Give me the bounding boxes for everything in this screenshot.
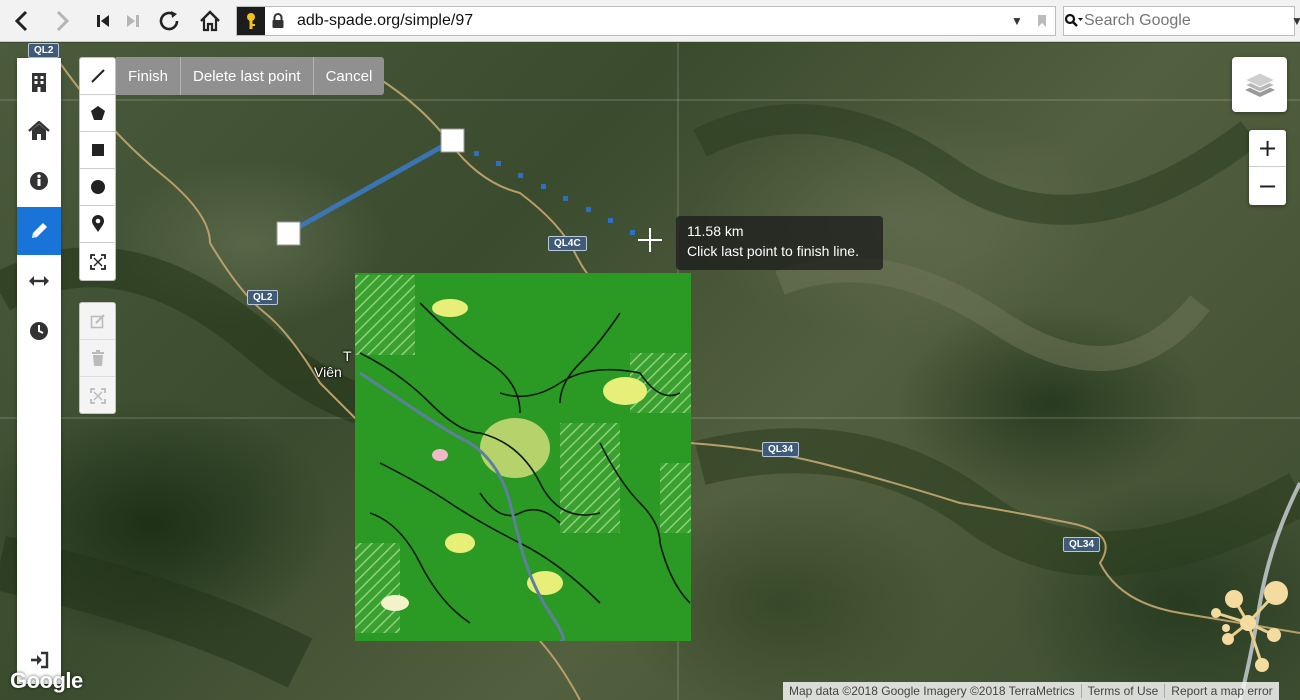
- fit-icon: [89, 387, 106, 404]
- bookmark-icon[interactable]: [1029, 14, 1055, 28]
- terms-link[interactable]: Terms of Use: [1080, 684, 1165, 698]
- key-icon[interactable]: [237, 7, 265, 35]
- pencil-icon: [32, 223, 47, 238]
- map-attribution: Map data ©2018 Google Imagery ©2018 Terr…: [783, 682, 1279, 700]
- info-icon: [30, 172, 48, 190]
- sidebar: [17, 58, 61, 684]
- sidebar-item-info[interactable]: [17, 157, 61, 205]
- google-logo: Google: [10, 668, 83, 693]
- layers-button[interactable]: [1232, 57, 1287, 112]
- chevron-left-icon: [14, 10, 28, 32]
- lock-icon: [265, 7, 291, 35]
- fast-forward-button[interactable]: [118, 6, 148, 36]
- browser-toolbar: adb-spade.org/simple/97 ▼ ▼: [0, 0, 1300, 42]
- draw-circle-marker-button[interactable]: [80, 243, 115, 280]
- edit-toolbar: [79, 302, 116, 414]
- sidebar-item-history[interactable]: [17, 307, 61, 355]
- sidebar-item-home[interactable]: [17, 107, 61, 155]
- crosshair-cursor: [638, 228, 662, 252]
- rewind-button[interactable]: [88, 6, 118, 36]
- circle-icon: [90, 180, 105, 194]
- zoom-control: + −: [1249, 130, 1286, 205]
- zoom-out-button[interactable]: −: [1249, 167, 1286, 204]
- measure-hint: Click last point to finish line.: [687, 243, 859, 259]
- clock-icon: [30, 322, 48, 340]
- fit-bounds-button[interactable]: [80, 377, 115, 414]
- back-button[interactable]: [6, 6, 36, 36]
- road-label-ql34: QL34: [762, 442, 800, 457]
- map-canvas[interactable]: QL2 QL2 QL4C QL34 QL34 T Viên: [0, 43, 1300, 700]
- map-graphics: [0, 43, 1300, 700]
- marker-icon: [91, 215, 104, 232]
- chevron-right-icon: [56, 10, 70, 32]
- delete-last-point-button[interactable]: Delete last point: [180, 57, 313, 95]
- search-input[interactable]: [1084, 12, 1291, 30]
- cancel-button[interactable]: Cancel: [312, 57, 385, 95]
- search-bar[interactable]: ▼: [1063, 6, 1300, 36]
- draw-polygon-button[interactable]: [80, 95, 115, 132]
- map-data-text: Map data ©2018 Google Imagery ©2018 Terr…: [789, 684, 1075, 698]
- road-label-ql2: QL2: [28, 43, 60, 58]
- skip-forward-icon: [127, 15, 139, 27]
- draw-circle-button[interactable]: [80, 169, 115, 206]
- road-label-ql4c: QL4C: [548, 236, 587, 251]
- polyline-icon: [90, 69, 105, 83]
- chevron-down-icon[interactable]: ▼: [1005, 14, 1029, 28]
- sidebar-item-buildings[interactable]: [17, 58, 61, 106]
- polygon-icon: [90, 106, 105, 120]
- home-icon: [28, 121, 50, 140]
- finish-button[interactable]: Finish: [116, 57, 181, 95]
- report-error-link[interactable]: Report a map error: [1164, 684, 1278, 698]
- zoom-in-button[interactable]: +: [1249, 130, 1286, 167]
- edit-layers-icon: [90, 314, 105, 329]
- line-vertex-last[interactable]: [440, 128, 465, 153]
- url-text[interactable]: adb-spade.org/simple/97: [297, 12, 1005, 30]
- chevron-down-icon[interactable]: ▼: [1291, 14, 1300, 28]
- sidebar-item-compare[interactable]: [17, 257, 61, 305]
- draw-actions-bar: Finish Delete last point Cancel: [116, 57, 385, 95]
- trash-icon: [91, 350, 104, 366]
- draw-rectangle-button[interactable]: [80, 132, 115, 169]
- reload-button[interactable]: [154, 6, 184, 36]
- line-vertex[interactable]: [276, 221, 301, 246]
- draw-polyline-button[interactable]: [80, 58, 115, 95]
- home-button[interactable]: [195, 6, 225, 36]
- drawn-line-segment: [286, 138, 454, 236]
- landcover-overlay: [355, 273, 691, 641]
- draw-toolbar: [79, 57, 116, 281]
- measure-tooltip: 11.58 km Click last point to finish line…: [676, 216, 883, 270]
- road-label-ql2: QL2: [247, 290, 279, 305]
- sidebar-item-draw[interactable]: [17, 207, 61, 255]
- skip-back-icon: [97, 15, 109, 27]
- circle-marker-icon: [89, 253, 106, 270]
- address-bar[interactable]: adb-spade.org/simple/97 ▼: [236, 6, 1056, 36]
- place-label-vien: Viên: [314, 364, 342, 380]
- home-icon: [200, 10, 220, 32]
- forward-button[interactable]: [48, 6, 78, 36]
- rectangle-icon: [91, 144, 104, 156]
- layers-icon: [1243, 71, 1276, 97]
- building-icon: [32, 73, 46, 92]
- search-icon[interactable]: [1064, 13, 1084, 29]
- measure-distance: 11.58 km: [687, 223, 744, 239]
- reload-icon: [159, 11, 179, 31]
- draw-marker-button[interactable]: [80, 206, 115, 243]
- delete-layers-button[interactable]: [80, 340, 115, 377]
- sign-in-icon: [31, 651, 49, 669]
- road-label-ql34: QL34: [1063, 537, 1101, 552]
- place-label: T: [343, 348, 352, 364]
- edit-layers-button[interactable]: [80, 303, 115, 340]
- arrows-horizontal-icon: [29, 276, 49, 286]
